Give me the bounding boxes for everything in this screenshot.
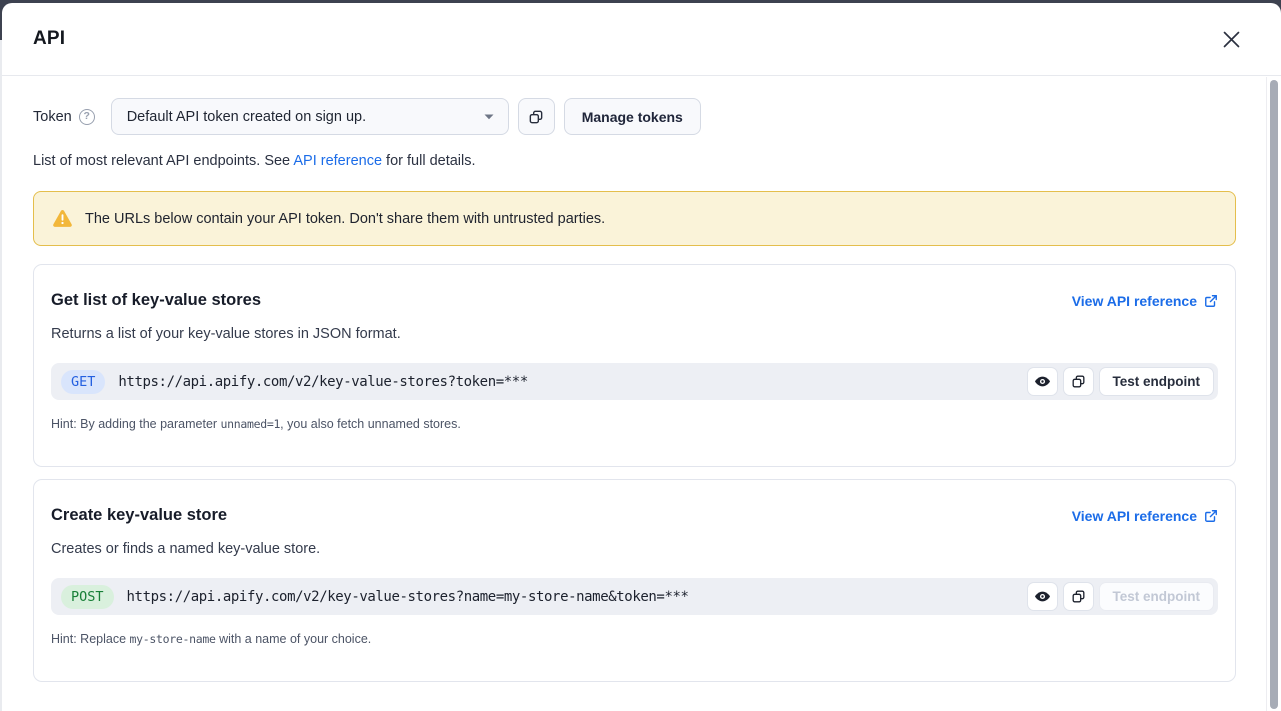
card-title: Get list of key-value stores — [51, 291, 261, 310]
hint-text-after: , you also fetch unnamed stores. — [280, 417, 461, 431]
view-api-reference-link[interactable]: View API reference — [1072, 508, 1218, 524]
copy-url-button[interactable] — [1063, 582, 1094, 611]
endpoint-card-get-list: Get list of key-value stores View API re… — [33, 264, 1236, 467]
endpoint-actions: Test endpoint — [1027, 582, 1215, 611]
endpoint-url: https://api.apify.com/v2/key-value-store… — [118, 374, 1026, 390]
warning-banner: The URLs below contain your API token. D… — [33, 191, 1236, 246]
view-api-reference-label: View API reference — [1072, 508, 1197, 524]
endpoint-hint: Hint: Replace my-store-name with a name … — [51, 632, 1218, 646]
page-title: API — [33, 28, 65, 50]
view-api-reference-label: View API reference — [1072, 293, 1197, 309]
endpoint-card-create-store: Create key-value store View API referenc… — [33, 479, 1236, 682]
card-head: Get list of key-value stores View API re… — [51, 291, 1218, 310]
test-endpoint-button[interactable]: Test endpoint — [1099, 582, 1215, 611]
eye-icon — [1034, 588, 1051, 605]
card-description: Returns a list of your key-value stores … — [51, 326, 1218, 342]
token-dropdown-value: Default API token created on sign up. — [127, 109, 366, 125]
endpoint-url: https://api.apify.com/v2/key-value-store… — [127, 589, 1027, 605]
card-description: Creates or finds a named key-value store… — [51, 541, 1218, 557]
eye-icon — [1034, 373, 1051, 390]
reveal-token-button[interactable] — [1027, 582, 1058, 611]
scrollbar-thumb[interactable] — [1270, 80, 1278, 709]
modal-content: Token ? Default API token created on sig… — [2, 77, 1281, 711]
chevron-down-icon — [484, 114, 494, 120]
manage-tokens-button[interactable]: Manage tokens — [564, 98, 701, 135]
warning-text: The URLs below contain your API token. D… — [85, 211, 605, 227]
method-badge: POST — [61, 585, 114, 609]
hint-code: unnamed=1 — [221, 417, 281, 431]
hint-code: my-store-name — [130, 632, 216, 646]
method-badge: GET — [61, 370, 105, 394]
close-icon — [1223, 31, 1240, 48]
intro-text: List of most relevant API endpoints. See… — [33, 153, 1236, 169]
endpoint-actions: Test endpoint — [1027, 367, 1215, 396]
external-link-icon — [1204, 509, 1218, 523]
close-button[interactable] — [1219, 27, 1243, 51]
modal-header: API — [2, 3, 1281, 76]
endpoint-row: POST https://api.apify.com/v2/key-value-… — [51, 578, 1218, 615]
test-endpoint-button[interactable]: Test endpoint — [1099, 367, 1215, 396]
endpoint-row: GET https://api.apify.com/v2/key-value-s… — [51, 363, 1218, 400]
hint-text-before: Hint: Replace — [51, 632, 130, 646]
copy-icon — [1071, 589, 1086, 604]
help-icon[interactable]: ? — [79, 109, 95, 125]
card-title: Create key-value store — [51, 506, 227, 525]
api-reference-link[interactable]: API reference — [293, 153, 382, 169]
intro-text-after: for full details. — [382, 153, 476, 169]
copy-token-button[interactable] — [518, 98, 555, 135]
view-api-reference-link[interactable]: View API reference — [1072, 293, 1218, 309]
hint-text-before: Hint: By adding the parameter — [51, 417, 221, 431]
warning-triangle-icon — [52, 208, 73, 229]
copy-icon — [528, 109, 544, 125]
token-row: Token ? Default API token created on sig… — [33, 98, 1236, 135]
hint-text-after: with a name of your choice. — [216, 632, 372, 646]
copy-url-button[interactable] — [1063, 367, 1094, 396]
endpoint-hint: Hint: By adding the parameter unnamed=1,… — [51, 417, 1218, 431]
external-link-icon — [1204, 294, 1218, 308]
api-modal: API Token ? Default API token created on… — [2, 3, 1281, 711]
intro-text-before: List of most relevant API endpoints. See — [33, 153, 293, 169]
token-dropdown[interactable]: Default API token created on sign up. — [111, 98, 509, 135]
card-head: Create key-value store View API referenc… — [51, 506, 1218, 525]
token-label: Token — [33, 109, 72, 125]
reveal-token-button[interactable] — [1027, 367, 1058, 396]
copy-icon — [1071, 374, 1086, 389]
scrollbar-track[interactable] — [1266, 77, 1281, 711]
